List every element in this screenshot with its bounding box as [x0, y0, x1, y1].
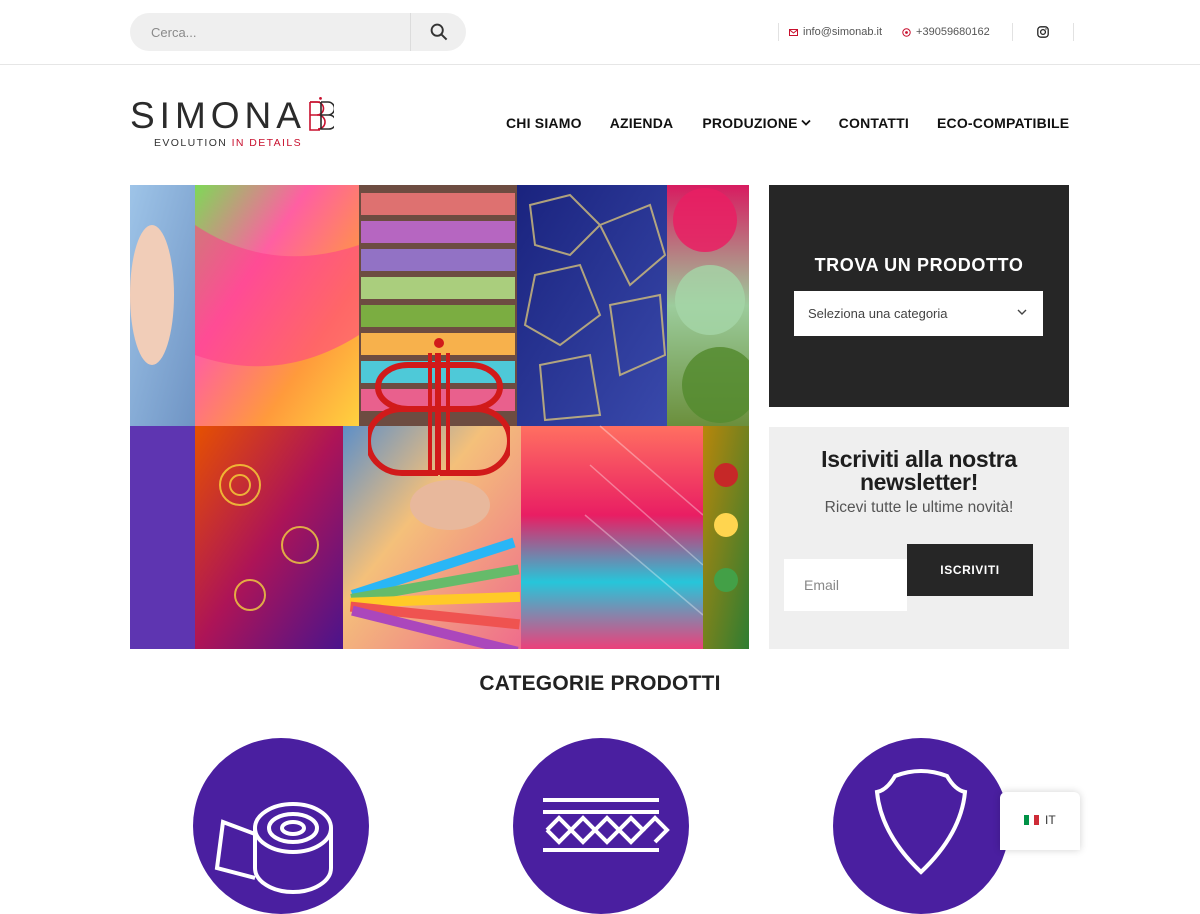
trim-pattern-icon — [543, 798, 670, 852]
instagram-link[interactable] — [1013, 22, 1073, 42]
hero-bb-logo — [368, 338, 510, 476]
category-ribbon[interactable] — [193, 738, 369, 914]
divider — [1072, 23, 1074, 41]
top-bar: info@simonab.it +39059680162 — [0, 0, 1200, 65]
product-finder-panel: TROVA UN PRODOTTO Seleziona una categori… — [769, 185, 1069, 407]
main-nav: CHI SIAMO AZIENDA PRODUZIONE CONTATTI EC… — [506, 115, 1069, 131]
search-button[interactable] — [411, 13, 466, 51]
category-select[interactable]: Seleziona una categoria — [794, 291, 1043, 336]
search-icon — [430, 23, 447, 41]
email-link[interactable]: info@simonab.it — [779, 26, 892, 38]
newsletter-title: Iscriviti alla nostra newsletter! — [821, 446, 1017, 495]
tagline-accent: IN DETAILS — [231, 137, 303, 149]
newsletter-subtitle: Ricevi tutte le ultime novità! — [824, 499, 1014, 516]
nav-item-contatti[interactable]: CONTATTI — [839, 115, 909, 131]
subscribe-button[interactable]: ISCRIVITI — [907, 544, 1033, 596]
contact-links: info@simonab.it +39059680162 — [778, 22, 1074, 42]
chevron-down-icon — [801, 119, 811, 126]
newsletter-email-input[interactable] — [784, 559, 907, 611]
category-trim[interactable] — [513, 738, 689, 914]
nav-item-azienda[interactable]: AZIENDA — [610, 115, 674, 131]
nav-item-chi-siamo[interactable]: CHI SIAMO — [506, 115, 582, 131]
categories-title: CATEGORIE PRODOTTI — [479, 672, 721, 695]
instagram-icon — [1036, 26, 1049, 38]
ribbon-roll-icon — [214, 802, 333, 894]
shield-icon — [874, 769, 968, 875]
logo-name: SIMONA — [130, 95, 306, 136]
italy-flag-icon — [1024, 815, 1039, 825]
tagline-main: EVOLUTION — [154, 137, 228, 149]
finder-title: TROVA UN PRODOTTO — [814, 255, 1024, 275]
site-logo[interactable]: SIMONA EVOLUTION IN DETAILS — [130, 96, 335, 152]
language-code: IT — [1045, 813, 1056, 827]
envelope-icon — [789, 28, 798, 36]
email-text: info@simonab.it — [803, 26, 883, 38]
category-select-value: Seleziona una categoria — [808, 306, 948, 321]
logo-tagline: EVOLUTION IN DETAILS — [154, 137, 335, 149]
logo-bb-mark — [309, 97, 334, 131]
nav-item-produzione[interactable]: PRODUZIONE — [702, 115, 811, 131]
language-switcher[interactable]: IT — [1000, 792, 1080, 850]
nav-item-produzione-label: PRODUZIONE — [702, 115, 798, 131]
newsletter-panel: Iscriviti alla nostra newsletter! Ricevi… — [769, 427, 1069, 649]
search-bar — [130, 13, 466, 51]
phone-text: +39059680162 — [916, 26, 990, 38]
chevron-down-icon — [1017, 309, 1027, 315]
search-input[interactable] — [130, 13, 410, 51]
whatsapp-icon — [902, 27, 911, 37]
hero-collage — [130, 185, 749, 649]
category-patches[interactable] — [833, 738, 1009, 914]
phone-link[interactable]: +39059680162 — [892, 26, 1000, 38]
nav-item-eco-compatibile[interactable]: ECO-COMPATIBILE — [937, 115, 1069, 131]
